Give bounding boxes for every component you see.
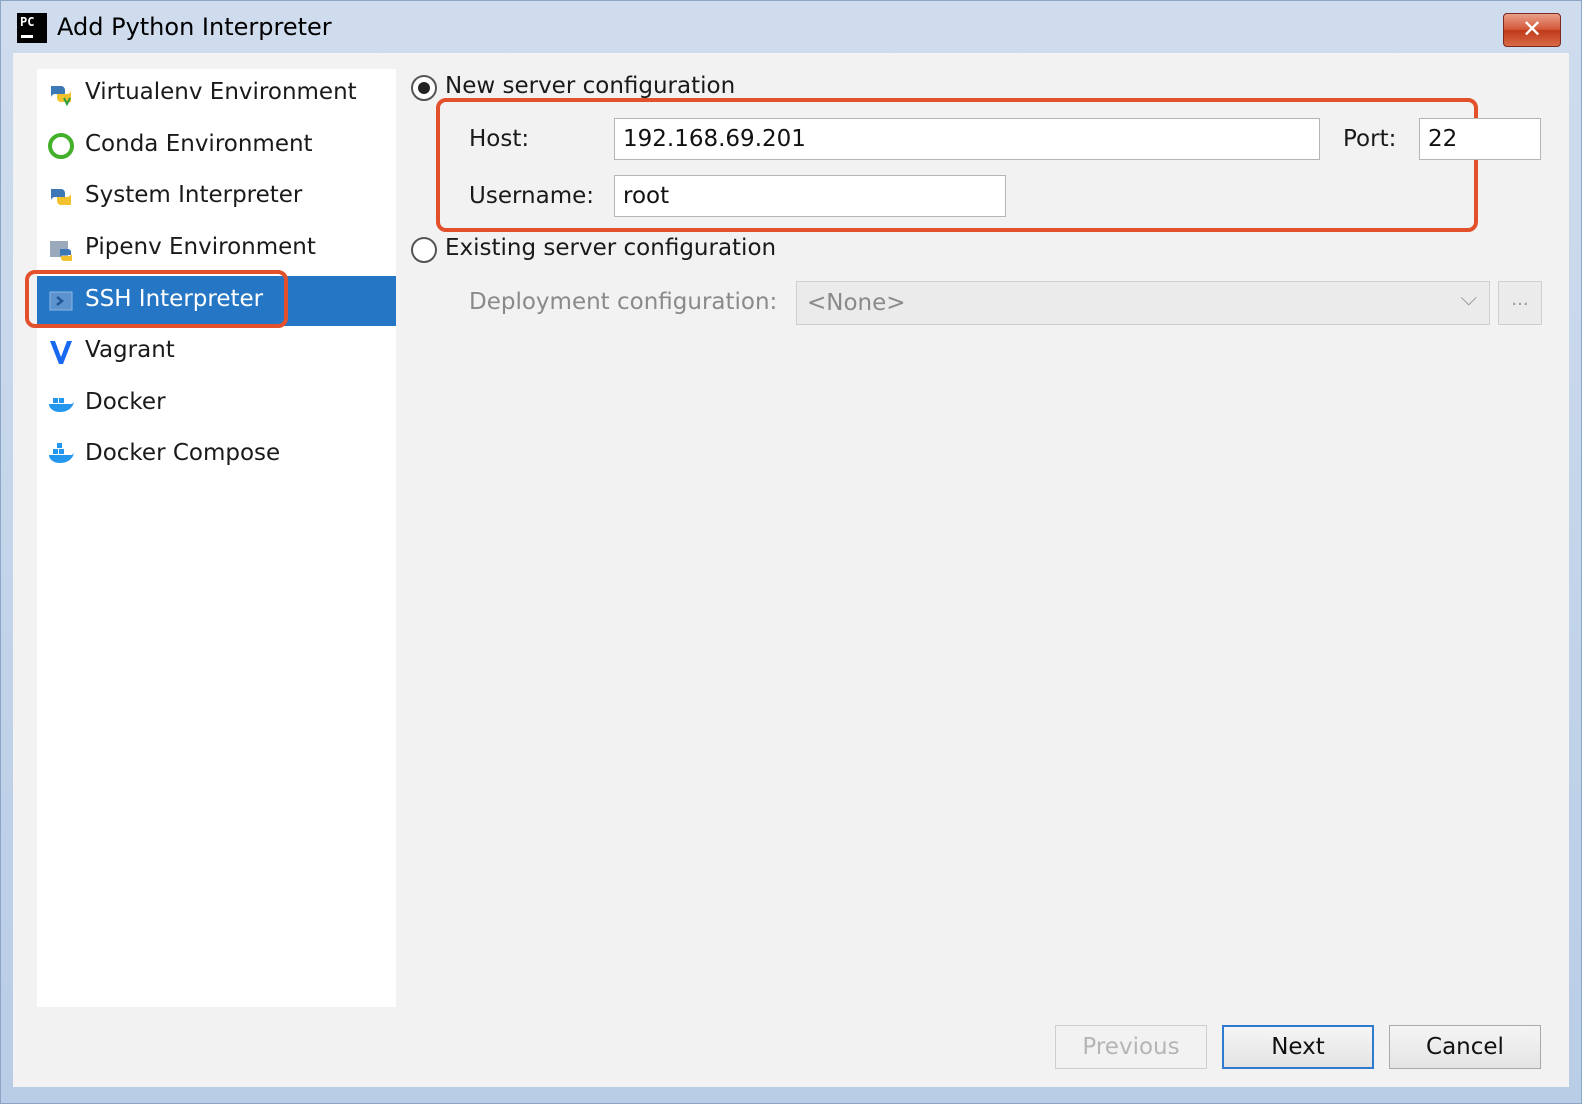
browse-deployment-button[interactable]: ... [1498,281,1542,325]
sidebar-item-label: Pipenv Environment [85,234,316,260]
sidebar-item-label: Conda Environment [85,131,313,157]
close-icon: ✕ [1521,15,1543,43]
sidebar-item-label: Vagrant [85,337,175,363]
next-button[interactable]: Next [1222,1025,1374,1069]
app-icon-text: PC [20,15,35,29]
dialog-window: PC Add Python Interpreter ✕ Virtualenv E… [0,0,1582,1104]
username-label: Username: [469,183,594,209]
title-bar: PC Add Python Interpreter ✕ [1,1,1581,53]
sidebar-item-docker-compose[interactable]: Docker Compose [37,430,396,480]
docker-compose-icon [49,443,74,463]
port-label: Port: [1343,126,1397,152]
window-title: Add Python Interpreter [57,13,332,41]
previous-button[interactable]: Previous [1055,1025,1207,1069]
cancel-button[interactable]: Cancel [1389,1025,1541,1069]
existing-server-label: Existing server configuration [445,235,777,261]
sidebar-item-ssh-interpreter[interactable]: SSH Interpreter [37,276,396,326]
sidebar-item-pipenv[interactable]: Pipenv Environment [37,224,396,274]
host-label: Host: [469,126,530,152]
virtualenv-icon [51,86,71,107]
deployment-config-label: Deployment configuration: [469,289,778,315]
sidebar-item-system-interpreter[interactable]: System Interpreter [37,172,396,222]
interpreter-type-list: Virtualenv Environment Conda Environment… [37,69,396,1007]
sidebar-item-label: Virtualenv Environment [85,79,357,105]
existing-server-radio[interactable] [411,237,437,263]
ssh-icon [49,291,73,311]
sidebar-item-label: SSH Interpreter [85,286,264,312]
host-input[interactable] [614,118,1320,160]
sidebar-item-label: System Interpreter [85,182,303,208]
docker-icon [49,398,74,412]
deployment-config-select[interactable]: <None> ⌵ [796,281,1490,325]
dialog-content: Virtualenv Environment Conda Environment… [13,53,1569,1087]
pycharm-icon: PC [17,13,47,43]
username-input[interactable] [614,175,1006,217]
sidebar-item-virtualenv[interactable]: Virtualenv Environment [37,69,396,119]
vagrant-icon [50,341,72,364]
new-server-radio[interactable] [411,75,437,101]
deployment-config-value: <None> [807,290,906,316]
port-input[interactable] [1419,118,1541,160]
sidebar-item-label: Docker [85,389,166,415]
sidebar-item-docker[interactable]: Docker [37,379,396,429]
sidebar-item-vagrant[interactable]: Vagrant [37,327,396,377]
sidebar-item-conda[interactable]: Conda Environment [37,121,396,171]
new-server-label: New server configuration [445,73,736,99]
conda-icon [48,133,74,159]
close-button[interactable]: ✕ [1503,13,1561,47]
python-icon [51,189,71,205]
chevron-down-icon: ⌵ [1460,286,1477,311]
sidebar-item-label: Docker Compose [85,440,281,466]
pipenv-icon [50,241,72,261]
